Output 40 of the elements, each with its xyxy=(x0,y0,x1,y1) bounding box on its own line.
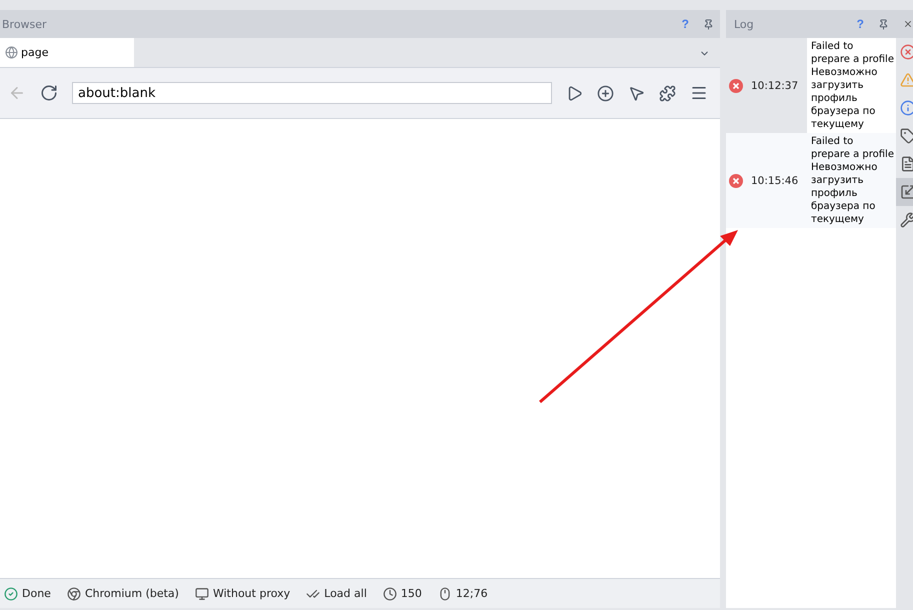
tab[interactable]: page xyxy=(0,38,134,67)
puzzle-icon[interactable] xyxy=(659,84,676,102)
chromium-icon xyxy=(66,586,81,600)
tag-icon xyxy=(900,128,913,144)
reload-icon[interactable] xyxy=(40,84,58,102)
panel-title: Log xyxy=(733,18,755,30)
address-field[interactable]: about:blank xyxy=(72,82,552,104)
status-text: Done xyxy=(22,587,51,600)
error-icon xyxy=(729,174,743,188)
wrench-icon xyxy=(900,212,913,228)
mouse-icon xyxy=(438,586,452,600)
status-text: Load all xyxy=(324,587,367,600)
clock-icon xyxy=(382,586,397,600)
error-icon xyxy=(729,78,743,92)
log-row[interactable]: 10:12:37 Failed to prepare a profile Невозможно загрузить профиль браузера по текущему xyxy=(726,38,896,133)
status-text: Chromium (beta) xyxy=(84,587,179,600)
log-row[interactable]: 10:15:46 Failed to prepare a profile Невозможно загрузить профиль браузера по текущему xyxy=(726,133,896,228)
log-time: 10:15:46 xyxy=(750,174,800,186)
filter-button[interactable] xyxy=(896,178,913,206)
pointer-icon[interactable] xyxy=(628,84,645,102)
pin-icon[interactable] xyxy=(703,18,714,30)
status-text: 12;76 xyxy=(456,587,488,600)
globe-icon xyxy=(5,46,18,59)
resize-icon xyxy=(900,184,913,200)
status-text: 150 xyxy=(400,587,422,600)
status-text: Without proxy xyxy=(212,587,290,600)
warning-icon xyxy=(900,72,913,88)
menu-icon[interactable] xyxy=(690,84,708,102)
monitor-icon xyxy=(194,586,209,600)
log-message: Failed to prepare a profile Невозможно загрузить профиль браузера по текущему xyxy=(807,38,896,133)
play-icon[interactable] xyxy=(566,84,583,102)
pin-icon[interactable] xyxy=(878,18,889,30)
error-icon xyxy=(900,44,913,60)
close-icon[interactable] xyxy=(903,18,913,30)
check-circle-icon xyxy=(4,586,18,600)
log-time: 10:12:37 xyxy=(750,80,800,92)
info-icon xyxy=(900,100,913,116)
panel-title: Browser xyxy=(2,18,48,30)
document-icon xyxy=(900,156,913,172)
plus-circle-icon[interactable] xyxy=(597,84,614,102)
